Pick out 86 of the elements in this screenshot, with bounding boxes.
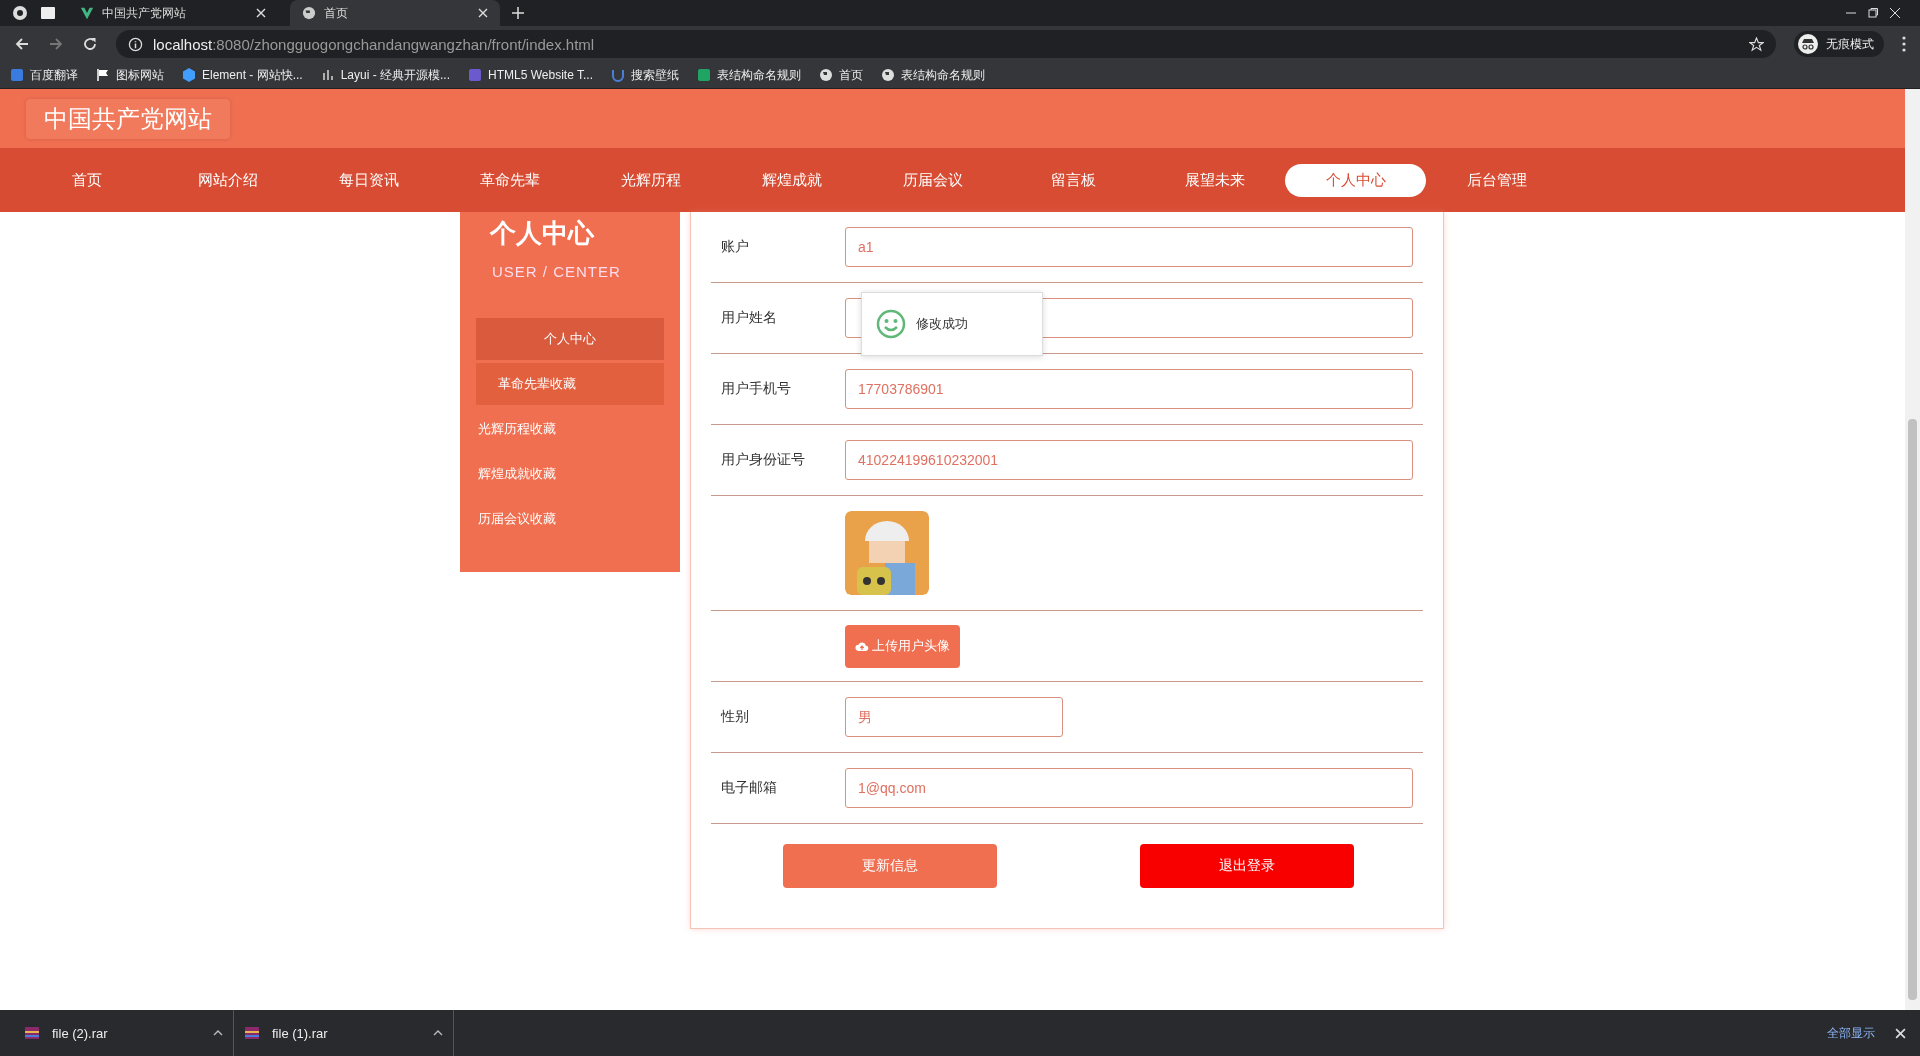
update-button[interactable]: 更新信息	[783, 844, 997, 888]
browser-logo-icon[interactable]	[12, 5, 28, 21]
download-item[interactable]: file (2).rar	[14, 1010, 234, 1056]
nav-item[interactable]: 展望未来	[1144, 163, 1285, 197]
vertical-scrollbar[interactable]	[1905, 89, 1920, 1010]
close-icon[interactable]	[1890, 8, 1900, 18]
square-icon	[10, 68, 24, 82]
upload-avatar-button[interactable]: 上传用户头像	[845, 624, 960, 668]
tab-title: 中国共产党网站	[102, 4, 187, 22]
browser-tab[interactable]: 中国共产党网站	[68, 0, 278, 26]
sidebar-item[interactable]: 辉煌成就收藏	[464, 453, 664, 495]
star-icon[interactable]	[1749, 36, 1764, 52]
nav-item[interactable]: 留言板	[1003, 163, 1144, 197]
download-item[interactable]: file (1).rar	[234, 1010, 454, 1056]
url-text: localhost:8080/zhongguogongchandangwangzhan/front/index.html	[153, 35, 595, 53]
hexagon-icon	[182, 68, 196, 82]
window-icon[interactable]	[40, 5, 56, 21]
smiley-icon	[876, 309, 906, 339]
input-field[interactable]: a1	[845, 227, 1413, 267]
flag-icon	[96, 68, 110, 82]
field-label: 账户	[721, 238, 749, 254]
nav-item[interactable]: 每日资讯	[298, 163, 439, 197]
incognito-icon	[1798, 34, 1818, 54]
input-field[interactable]: 1@qq.com	[845, 768, 1413, 808]
bookmark[interactable]: 表结构命名规则	[881, 66, 985, 84]
field-label: 性别	[721, 708, 749, 724]
logout-button[interactable]: 退出登录	[1140, 844, 1354, 888]
bookmark[interactable]: 百度翻译	[10, 66, 78, 84]
nav-item[interactable]: 后台管理	[1426, 163, 1567, 197]
square-icon	[697, 68, 711, 82]
caret-icon[interactable]	[433, 1030, 443, 1036]
nav-item[interactable]: 光辉历程	[580, 163, 721, 197]
back-icon[interactable]	[14, 36, 30, 52]
input-field[interactable]: 410224199610232001	[845, 440, 1413, 480]
field-label: 电子邮箱	[721, 779, 777, 795]
globe-icon	[881, 68, 895, 82]
archive-icon	[24, 1025, 40, 1041]
globe-icon	[302, 6, 316, 20]
bookmark[interactable]: 首页	[819, 66, 863, 84]
bookmark[interactable]: 表结构命名规则	[697, 66, 801, 84]
restore-icon[interactable]	[1868, 8, 1878, 18]
nav-item[interactable]: 网站介绍	[157, 163, 298, 197]
field-label: 用户身份证号	[721, 451, 805, 467]
nav-item[interactable]: 革命先辈	[439, 163, 580, 197]
site-logo[interactable]: 中国共产党网站	[26, 98, 230, 139]
nav-item[interactable]: 辉煌成就	[721, 163, 862, 197]
browser-tab[interactable]: 首页	[290, 0, 500, 26]
close-icon[interactable]	[256, 8, 266, 18]
address-bar[interactable]: localhost:8080/zhongguogongchandangwangzhan/front/index.html	[116, 30, 1776, 58]
toast-message: 修改成功	[861, 292, 1043, 356]
sidebar-item[interactable]: 光辉历程收藏	[464, 408, 664, 450]
sidebar-item[interactable]: 历届会议收藏	[464, 498, 664, 540]
select-field[interactable]: 男	[845, 697, 1063, 737]
sidebar-title: 个人中心	[489, 217, 596, 250]
bookmark[interactable]: 搜索壁纸	[611, 66, 679, 84]
field-label: 用户姓名	[721, 309, 777, 325]
sidebar-item[interactable]: 革命先辈收藏	[476, 363, 664, 405]
nav-item[interactable]: 个人中心	[1285, 163, 1426, 197]
incognito-badge[interactable]: 无痕模式	[1794, 31, 1884, 57]
tab-title: 首页	[324, 4, 349, 22]
show-all-link[interactable]: 全部显示	[1827, 1024, 1875, 1042]
v-logo-icon	[80, 6, 94, 20]
new-tab-icon[interactable]	[512, 7, 524, 19]
caret-icon[interactable]	[213, 1030, 223, 1036]
forward-icon[interactable]	[48, 36, 64, 52]
bookmark[interactable]: Element - 网站快...	[182, 66, 303, 84]
square-icon	[468, 68, 483, 82]
sidebar-subtitle: USER / CENTER	[491, 262, 622, 280]
archive-icon	[244, 1025, 260, 1041]
chart-icon	[320, 68, 335, 82]
field-label: 用户手机号	[721, 380, 791, 396]
close-icon[interactable]	[478, 8, 488, 18]
bookmark[interactable]: 图标网站	[96, 66, 164, 84]
bookmark[interactable]: HTML5 Website T...	[468, 68, 593, 82]
nav-item[interactable]: 首页	[16, 163, 157, 197]
close-icon[interactable]	[1895, 1027, 1906, 1039]
info-icon	[128, 36, 143, 52]
cup-icon	[611, 68, 625, 82]
cloud-upload-icon	[855, 640, 869, 652]
bookmark[interactable]: Layui - 经典开源模...	[320, 66, 451, 84]
input-field[interactable]: 17703786901	[845, 369, 1413, 409]
globe-icon	[819, 68, 833, 82]
reload-icon[interactable]	[82, 36, 98, 52]
menu-icon[interactable]	[1902, 36, 1906, 52]
nav-item[interactable]: 历届会议	[862, 163, 1003, 197]
sidebar-item[interactable]: 个人中心	[476, 318, 664, 360]
